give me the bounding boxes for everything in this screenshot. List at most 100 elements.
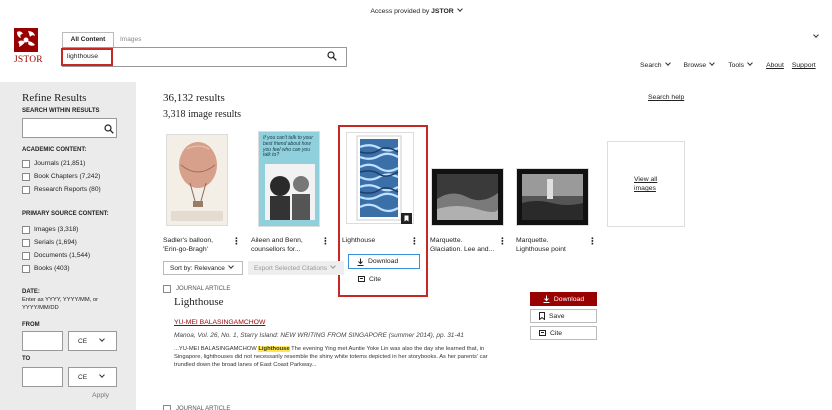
- chevron-down-icon: [330, 263, 336, 269]
- from-era-select[interactable]: CE: [68, 331, 117, 351]
- era-value: CE: [78, 373, 88, 381]
- caption-line: Aileen and Benn,: [251, 237, 303, 244]
- facet-label: Serials (1,694): [34, 239, 77, 246]
- more-options-icon[interactable]: ⋮: [588, 236, 597, 247]
- nav-search[interactable]: Search: [640, 60, 671, 69]
- facet-research-reports[interactable]: Research Reports (80): [22, 183, 101, 196]
- facet-label: Books (403): [34, 265, 70, 272]
- search-icon[interactable]: [327, 51, 339, 63]
- more-options-icon[interactable]: ⋮: [498, 236, 507, 247]
- image-caption-poster[interactable]: Aileen and Benn, counsellors for...: [251, 237, 303, 254]
- article-author[interactable]: YU-MEI BALASINGAMCHOW: [174, 319, 265, 326]
- sort-select[interactable]: Sort by: Relevance: [163, 261, 243, 275]
- more-options-icon[interactable]: ⋮: [321, 236, 330, 247]
- access-text: Access provided by: [370, 8, 432, 15]
- tab-images[interactable]: Images: [120, 34, 141, 46]
- nav-support[interactable]: Support: [792, 62, 816, 69]
- caption-line: Sadler's balloon,: [163, 237, 214, 244]
- image-thumb-poster[interactable]: If you can't talk to your best friend ab…: [258, 131, 320, 227]
- facet-book-chapters[interactable]: Book Chapters (7,242): [22, 170, 101, 183]
- bookmark-icon[interactable]: [401, 213, 412, 224]
- within-input[interactable]: [22, 118, 117, 138]
- to-year-input[interactable]: [22, 367, 63, 387]
- jstor-seal-icon: [14, 28, 38, 52]
- image-caption-lighthouse[interactable]: Lighthouse: [342, 237, 375, 244]
- article-title[interactable]: Lighthouse: [174, 296, 224, 308]
- to-label: TO: [22, 356, 31, 362]
- results-count: 36,132 results: [163, 92, 225, 104]
- facet-journals[interactable]: Journals (21,851): [22, 157, 101, 170]
- chevron-down-icon: [747, 60, 753, 66]
- image-thumb-glaciation[interactable]: [431, 168, 504, 226]
- search-help-link[interactable]: Search help: [648, 94, 684, 101]
- article-cite-button[interactable]: Cite: [530, 326, 597, 340]
- facet-label: Documents (1,544): [34, 252, 91, 259]
- nav-tools[interactable]: Tools: [728, 60, 753, 69]
- academic-label: ACADEMIC CONTENT:: [22, 147, 87, 153]
- cite-label: Cite: [369, 275, 382, 283]
- image-caption-balloon[interactable]: Sadler's balloon, 'Erin-go-Bragh': [163, 237, 213, 254]
- export-citations-button[interactable]: Export Selected Citations: [248, 261, 344, 275]
- lighthouse-point-photo: [522, 174, 583, 220]
- chevron-down-icon: [664, 60, 671, 66]
- logo-text: JSTOR: [14, 55, 43, 65]
- more-options-icon[interactable]: ⋮: [410, 236, 419, 247]
- image-thumb-lighthouse-point[interactable]: [516, 168, 589, 226]
- caption-line: Lighthouse point: [516, 245, 566, 253]
- checkbox[interactable]: [22, 238, 30, 247]
- checkbox[interactable]: [22, 225, 30, 234]
- from-label: FROM: [22, 322, 40, 328]
- jstor-logo[interactable]: JSTOR: [14, 28, 44, 68]
- facet-documents[interactable]: Documents (1,544): [22, 249, 90, 262]
- account-chevron[interactable]: [810, 32, 819, 41]
- image-thumb-balloon[interactable]: [166, 134, 228, 226]
- access-bar[interactable]: Access provided by JSTOR: [0, 6, 832, 15]
- nav-browse[interactable]: Browse: [683, 60, 716, 69]
- tab-all-content[interactable]: All Content: [62, 32, 114, 47]
- article-save-button[interactable]: Save: [530, 309, 597, 323]
- from-year-input[interactable]: [22, 331, 63, 351]
- article-type: JOURNAL ARTICLE: [176, 286, 231, 292]
- academic-facets: Journals (21,851) Book Chapters (7,242) …: [22, 157, 101, 196]
- image-menu-download[interactable]: Download: [348, 254, 420, 269]
- facet-label: Research Reports (80): [34, 186, 101, 193]
- chevron-down-icon: [99, 372, 105, 378]
- caption-line: counsellors for...: [251, 245, 301, 253]
- view-all-line: View all: [634, 176, 658, 183]
- search-input[interactable]: lighthouse: [61, 48, 113, 66]
- primary-facets: Images (3,318) Serials (1,694) Documents…: [22, 223, 90, 275]
- nav-browse-label: Browse: [683, 62, 707, 69]
- checkbox[interactable]: [22, 251, 30, 260]
- checkbox[interactable]: [163, 405, 171, 410]
- export-label: Export Selected Citations: [254, 264, 327, 272]
- image-thumb-lighthouse[interactable]: [346, 132, 414, 224]
- cite-icon: [358, 275, 365, 282]
- image-results-count: 3,318 image results: [163, 109, 242, 120]
- checkbox[interactable]: [163, 285, 171, 293]
- chevron-down-icon: [99, 336, 105, 342]
- article-checkbox-row: JOURNAL ARTICLE: [163, 285, 230, 293]
- article-download-button[interactable]: Download: [530, 292, 597, 306]
- apply-button[interactable]: Apply: [92, 392, 109, 399]
- view-all-images-link[interactable]: View all images: [634, 175, 657, 193]
- image-menu-cite[interactable]: Cite: [348, 272, 420, 286]
- glaciation-photo: [437, 174, 498, 220]
- facet-books[interactable]: Books (403): [22, 262, 90, 275]
- nav-about[interactable]: About: [766, 62, 784, 69]
- checkbox[interactable]: [22, 185, 30, 194]
- checkbox[interactable]: [22, 172, 30, 181]
- facet-images[interactable]: Images (3,318): [22, 223, 90, 236]
- checkbox[interactable]: [22, 159, 30, 168]
- download-label: Download: [553, 295, 585, 303]
- image-caption-glaciation[interactable]: Marquette. Glaciation. Lee and...: [430, 237, 494, 254]
- more-options-icon[interactable]: ⋮: [232, 236, 241, 247]
- facet-label: Images (3,318): [34, 226, 79, 233]
- checkbox[interactable]: [22, 264, 30, 273]
- search-icon[interactable]: [104, 124, 114, 134]
- image-caption-lighthouse-point[interactable]: Marquette. Lighthouse point: [516, 237, 566, 254]
- poster-portraits: [265, 164, 315, 220]
- facet-serials[interactable]: Serials (1,694): [22, 236, 90, 249]
- to-era-select[interactable]: CE: [68, 367, 117, 387]
- caption-line: Marquette.: [516, 237, 549, 244]
- article-snippet: ...YU-MEI BALASINGAMCHOW Lighthouse The …: [174, 346, 504, 369]
